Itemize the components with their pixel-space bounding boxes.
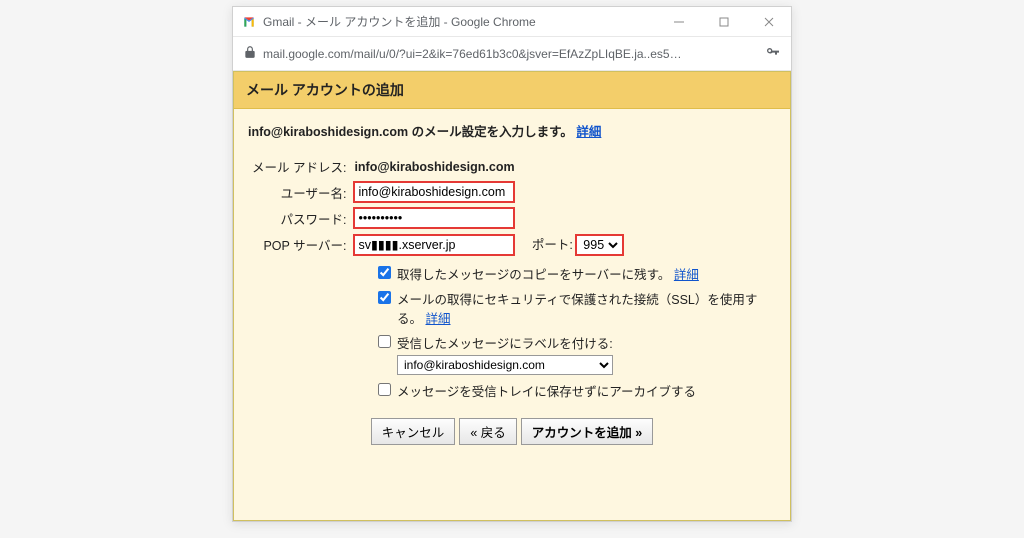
port-select-wrap: 995 [576,235,623,255]
address-bar: mail.google.com/mail/u/0/?ui=2&ik=76ed61… [233,37,791,71]
ssl-checkbox[interactable] [378,291,391,304]
popserver-input[interactable] [354,235,514,255]
archive-checkbox[interactable] [378,383,391,396]
username-input[interactable] [354,182,514,202]
dialog-body: info@kiraboshidesign.com のメール設定を入力します。 詳… [234,109,790,465]
ssl-link[interactable]: 詳細 [426,312,451,326]
port-select[interactable]: 995 [578,237,621,253]
close-button[interactable] [746,7,791,37]
email-value: info@kiraboshidesign.com [354,160,514,174]
leave-copy-label: 取得したメッセージのコピーをサーバーに残す。 [397,268,670,282]
ssl-label: メールの取得にセキュリティで保護された接続（SSL）を使用する。 [397,293,757,326]
lead-text: info@kiraboshidesign.com のメール設定を入力します。 詳… [248,121,776,140]
gmail-dialog: メール アカウントの追加 info@kiraboshidesign.com のメ… [233,71,791,521]
username-label: ユーザー名: [248,179,350,205]
gmail-icon [241,14,257,30]
lead-prefix: info@kiraboshidesign.com のメール設定を入力します。 [248,125,573,139]
chrome-window: Gmail - メール アカウントを追加 - Google Chrome mai… [232,6,792,522]
leave-copy-checkbox[interactable] [378,266,391,279]
window-controls [656,7,791,37]
label-select[interactable]: info@kiraboshidesign.com [397,355,613,375]
options-block: 取得したメッセージのコピーをサーバーに残す。 詳細 メールの取得にセキュリティで… [378,264,776,400]
lock-icon [243,45,257,62]
lead-details-link[interactable]: 詳細 [576,125,601,139]
back-button[interactable]: « 戻る [459,418,516,445]
maximize-button[interactable] [701,7,746,37]
form-table: メール アドレス: info@kiraboshidesign.com ユーザー名… [248,154,627,258]
key-icon[interactable] [765,44,781,63]
window-titlebar: Gmail - メール アカウントを追加 - Google Chrome [233,7,791,37]
email-label: メール アドレス: [248,154,350,179]
archive-label: メッセージを受信トレイに保存せずにアーカイブする [397,381,696,400]
url-text[interactable]: mail.google.com/mail/u/0/?ui=2&ik=76ed61… [263,47,759,61]
password-label: パスワード: [248,205,350,231]
add-account-button[interactable]: アカウントを追加 » [521,418,653,445]
minimize-button[interactable] [656,7,701,37]
leave-copy-link[interactable]: 詳細 [674,268,699,282]
popserver-label: POP サーバー: [248,231,350,258]
cancel-button[interactable]: キャンセル [371,418,456,445]
label-checkbox[interactable] [378,335,391,348]
window-title: Gmail - メール アカウントを追加 - Google Chrome [263,13,656,30]
button-row: キャンセル « 戻る アカウントを追加 » [248,418,776,445]
port-label: ポート: [532,238,573,252]
password-input[interactable] [354,208,514,228]
label-text: 受信したメッセージにラベルを付ける: [397,333,613,352]
dialog-header: メール アカウントの追加 [234,72,790,109]
